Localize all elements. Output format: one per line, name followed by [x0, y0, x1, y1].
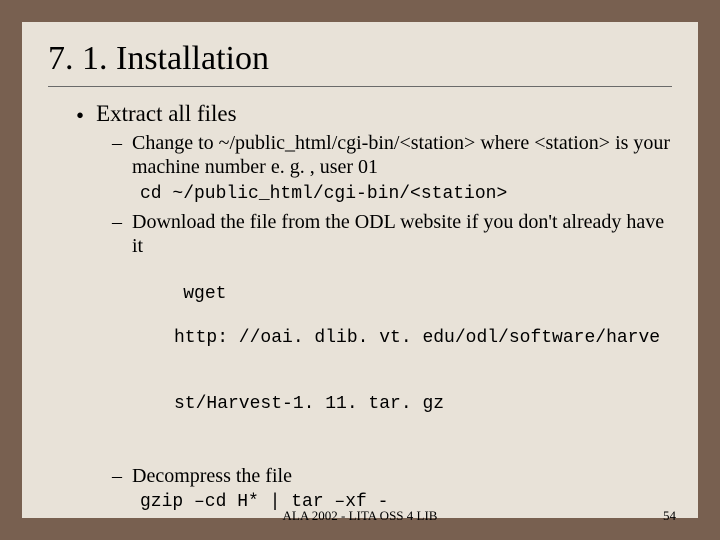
slide-number: 54 [663, 508, 676, 524]
bullet-dot-icon: • [76, 104, 84, 127]
code-line: http: //oai. dlib. vt. edu/odl/software/… [174, 328, 672, 350]
sub-bullet-1: – Change to ~/public_html/cgi-bin/<stati… [112, 131, 672, 180]
dash-icon: – [112, 211, 122, 234]
sub-text-1: Change to ~/public_html/cgi-bin/<station… [132, 131, 672, 180]
code-line: wget [183, 284, 226, 304]
title-rule [48, 86, 672, 87]
bullet-text: Extract all files [96, 101, 237, 127]
sub-text-2: Download the file from the ODL website i… [132, 210, 672, 259]
code-line: st/Harvest-1. 11. tar. gz [174, 394, 672, 416]
dash-icon: – [112, 465, 122, 488]
footer-center-text: ALA 2002 - LITA OSS 4 LIB [283, 508, 438, 524]
slide-body: 7. 1. Installation • Extract all files –… [22, 22, 698, 518]
code-block-2: wget http: //oai. dlib. vt. edu/odl/soft… [140, 263, 672, 461]
sub-bullet-3: – Decompress the file [112, 464, 672, 488]
code-block-1: cd ~/public_html/cgi-bin/<station> [140, 184, 672, 206]
sub-bullet-2: – Download the file from the ODL website… [112, 210, 672, 259]
sub-text-3: Decompress the file [132, 464, 292, 488]
dash-icon: – [112, 132, 122, 155]
slide-title: 7. 1. Installation [48, 40, 672, 78]
bullet-level1: • Extract all files [76, 101, 672, 127]
